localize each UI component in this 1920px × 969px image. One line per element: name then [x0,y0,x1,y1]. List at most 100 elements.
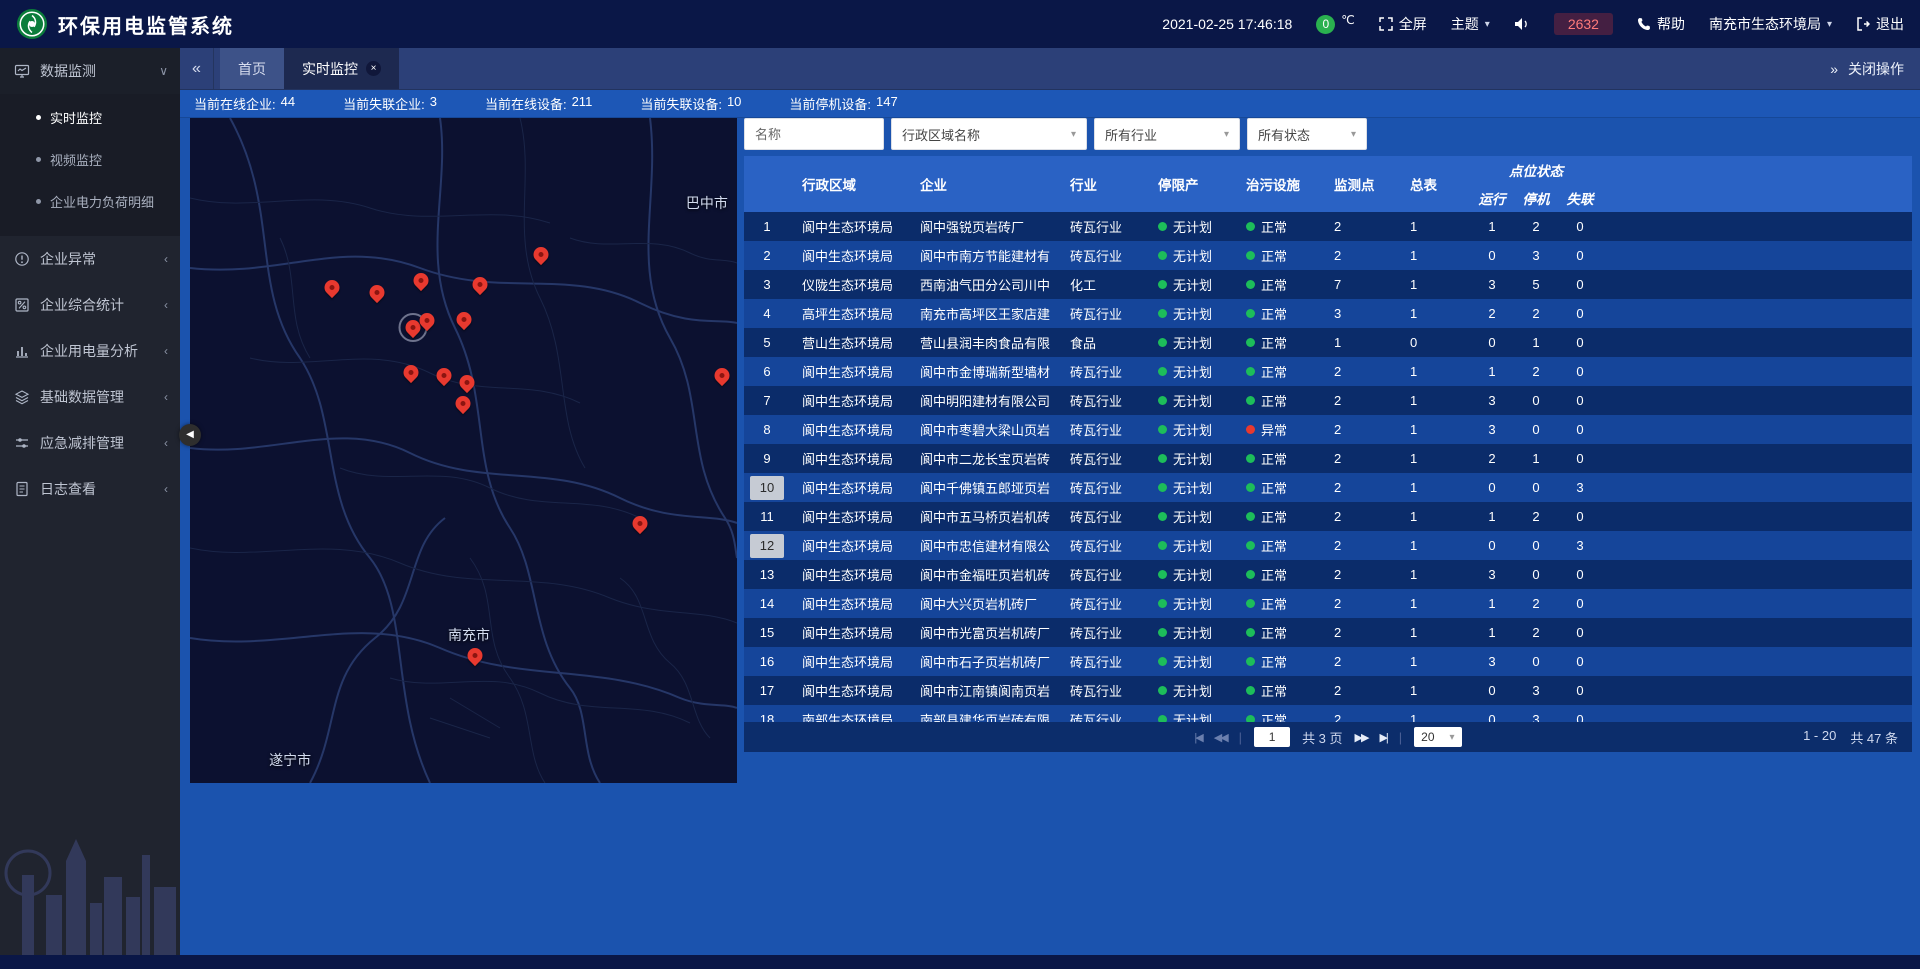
sidebar-item-log-view[interactable]: 日志查看 ‹ [0,466,180,512]
cell-index: 11 [744,505,790,529]
cell-total-meter: 1 [1398,306,1470,321]
status-filter-select[interactable]: 所有状态 ▾ [1247,118,1367,150]
sidebar-item-realtime-monitoring[interactable]: 实时监控 [0,96,180,138]
cell-total-meter: 1 [1398,712,1470,722]
cell-production-status: 无计划 [1146,623,1234,642]
cell-facility-status: 正常 [1234,507,1322,526]
table-row[interactable]: 12 阆中生态环境局 阆中市忠信建材有限公 砖瓦行业 无计划 [744,531,1912,560]
tab-home[interactable]: 首页 [220,48,284,89]
table-row[interactable]: 3 仪陇生态环境局 西南油气田分公司川中 化工 无计划 [744,270,1912,299]
map-collapse-button[interactable]: ◀ [179,424,201,446]
page-size-select[interactable]: 20 ▾ [1414,727,1461,747]
table-row[interactable]: 11 阆中生态环境局 阆中市五马桥页岩机砖 砖瓦行业 无计划 [744,502,1912,531]
table-row[interactable]: 6 阆中生态环境局 阆中市金博瑞新型墙材 砖瓦行业 无计划 [744,357,1912,386]
first-page-button[interactable]: |◀ [1194,731,1201,744]
menu-label: 企业异常 [40,249,154,269]
sidebar-item-data-monitoring[interactable]: 数据监测 ∨ [0,48,180,94]
stat-item: 当前在线企业: 44 [194,94,295,113]
cell-stop: 0 [1514,654,1558,669]
sidebar-item-enterprise-anomaly[interactable]: 企业异常 ‹ [0,236,180,282]
warning-circle-icon [14,251,30,267]
cell-index: 13 [744,563,790,587]
cell-total-meter: 1 [1398,219,1470,234]
menu-label: 企业综合统计 [40,295,154,315]
cell-stop: 2 [1514,219,1558,234]
last-page-button[interactable]: ▶| [1379,731,1386,744]
cell-total-meter: 1 [1398,654,1470,669]
table-body: 1 阆中生态环境局 阆中强锐页岩砖厂 砖瓦行业 无计划 [744,212,1912,722]
prev-page-button[interactable]: ◀◀ [1214,731,1227,744]
stat-label: 当前失联设备: [640,94,722,113]
org-dropdown[interactable]: 南充市生态环境局 ▾ [1709,14,1832,34]
sidebar-item-emergency-reduction[interactable]: 应急减排管理 ‹ [0,420,180,466]
table-row[interactable]: 5 营山生态环境局 营山县润丰肉食品有限 食品 无计划 [744,328,1912,357]
cell-facility-status: 正常 [1234,333,1322,352]
cell-index: 12 [744,534,790,558]
table-row[interactable]: 8 阆中生态环境局 阆中市枣碧大梁山页岩 砖瓦行业 无计划 [744,415,1912,444]
sidebar-item-basic-data[interactable]: 基础数据管理 ‹ [0,374,180,420]
cell-total-meter: 1 [1398,277,1470,292]
sidebar-item-video-monitoring[interactable]: 视频监控 [0,138,180,180]
sidebar-item-enterprise-statistics[interactable]: 企业综合统计 ‹ [0,282,180,328]
content: 巴中市 南充市 遂宁市 [180,118,1920,955]
tabs-scroll-left-button[interactable]: « [180,48,214,89]
cell-facility-status: 正常 [1234,304,1322,323]
status-dot [1246,396,1255,405]
pagination-bar: |◀ ◀◀ | 共 3 页 ▶▶ ▶| | 20 ▾ [744,722,1912,752]
submenu-data-monitoring: 实时监控 视频监控 企业电力负荷明细 [0,94,180,236]
cell-total-meter: 1 [1398,567,1470,582]
cell-lost: 0 [1558,364,1602,379]
cell-run: 1 [1470,509,1514,524]
cell-lost: 0 [1558,567,1602,582]
layers-icon [14,389,30,405]
status-dot [1158,367,1167,376]
table-row[interactable]: 17 阆中生态环境局 阆中市江南镇阆南页岩 砖瓦行业 无计划 [744,676,1912,705]
help-button[interactable]: 帮助 [1637,14,1685,34]
table-row[interactable]: 18 南部生态环境局 南部县建华页岩砖有限 砖瓦行业 无计划 [744,705,1912,722]
cell-total-meter: 1 [1398,451,1470,466]
table-row[interactable]: 16 阆中生态环境局 阆中市石子页岩机砖厂 砖瓦行业 无计划 [744,647,1912,676]
cell-monitor-points: 2 [1322,451,1398,466]
alarm-count-badge[interactable]: 2632 [1554,13,1613,35]
table-row[interactable]: 1 阆中生态环境局 阆中强锐页岩砖厂 砖瓦行业 无计划 [744,212,1912,241]
logout-button[interactable]: 退出 [1856,14,1904,34]
cell-company: 阆中市忠信建材有限公 [908,536,1058,555]
next-page-button[interactable]: ▶▶ [1355,731,1368,744]
table-row[interactable]: 14 阆中生态环境局 阆中大兴页岩机砖厂 砖瓦行业 无计划 [744,589,1912,618]
close-icon[interactable]: × [366,61,381,76]
table-row[interactable]: 10 阆中生态环境局 阆中千佛镇五郎垭页岩 砖瓦行业 无计划 [744,473,1912,502]
region-filter-select[interactable]: 行政区域名称 ▾ [891,118,1087,150]
fullscreen-button[interactable]: 全屏 [1379,14,1427,34]
table-row[interactable]: 7 阆中生态环境局 阆中明阳建材有限公司 砖瓦行业 无计划 [744,386,1912,415]
table-row[interactable]: 13 阆中生态环境局 阆中市金福旺页岩机砖 砖瓦行业 无计划 [744,560,1912,589]
cell-facility-status: 正常 [1234,449,1322,468]
table-row[interactable]: 15 阆中生态环境局 阆中市光富页岩机砖厂 砖瓦行业 无计划 [744,618,1912,647]
chevron-down-icon: ▾ [1450,732,1455,743]
page-number-input[interactable] [1254,727,1290,747]
close-operations-dropdown[interactable]: » 关闭操作 [1830,59,1920,79]
map-canvas[interactable]: 巴中市 南充市 遂宁市 [190,118,737,783]
cell-company: 阆中市金福旺页岩机砖 [908,565,1058,584]
cell-index: 17 [744,679,790,703]
sidebar-item-power-analysis[interactable]: 企业用电量分析 ‹ [0,328,180,374]
name-filter-input[interactable] [744,118,884,150]
top-bar: 环保用电监管系统 2021-02-25 17:46:18 0 ℃ 全屏 主题 ▾… [0,0,1920,48]
status-dot [1158,512,1167,521]
cell-run: 0 [1470,335,1514,350]
stat-item: 当前失联设备: 10 [640,94,741,113]
cell-stop: 0 [1514,480,1558,495]
table-row[interactable]: 4 高坪生态环境局 南充市高坪区王家店建 砖瓦行业 无计划 [744,299,1912,328]
cell-industry: 砖瓦行业 [1058,565,1146,584]
theme-dropdown[interactable]: 主题 ▾ [1451,14,1490,34]
announcement-button[interactable] [1514,17,1530,31]
status-dot [1246,570,1255,579]
cell-stop: 2 [1514,306,1558,321]
industry-filter-select[interactable]: 所有行业 ▾ [1094,118,1240,150]
cell-production-status: 无计划 [1146,449,1234,468]
table-row[interactable]: 9 阆中生态环境局 阆中市二龙长宝页岩砖 砖瓦行业 无计划 [744,444,1912,473]
table-row[interactable]: 2 阆中生态环境局 阆中市南方节能建材有 砖瓦行业 无计划 [744,241,1912,270]
cell-facility-status: 正常 [1234,536,1322,555]
stat-value: 211 [572,94,593,113]
sidebar-item-power-load-detail[interactable]: 企业电力负荷明细 [0,180,180,222]
tab-realtime-monitoring[interactable]: 实时监控 × [284,48,399,89]
